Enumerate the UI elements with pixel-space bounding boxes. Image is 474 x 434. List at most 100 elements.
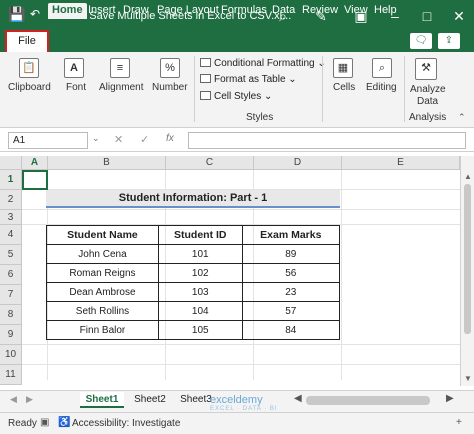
- cell[interactable]: 23: [241, 282, 341, 302]
- column-header-e[interactable]: E: [342, 156, 460, 170]
- scroll-thumb[interactable]: [464, 184, 471, 334]
- enter-icon[interactable]: ✓: [140, 133, 149, 146]
- row-header-10[interactable]: 10: [0, 345, 22, 365]
- zoom-in-icon[interactable]: +: [456, 417, 462, 428]
- row-header-9[interactable]: 9: [0, 325, 22, 345]
- cell[interactable]: 102: [157, 263, 243, 283]
- gridline: [22, 209, 460, 210]
- cell[interactable]: Seth Rollins: [46, 301, 159, 321]
- tab-file[interactable]: File: [5, 30, 49, 54]
- number-button[interactable]: Number: [152, 82, 188, 93]
- status-ready: Ready: [8, 418, 37, 429]
- cell[interactable]: 101: [157, 244, 243, 264]
- font-icon[interactable]: A: [64, 58, 84, 78]
- tab-formulas[interactable]: Formulas: [221, 3, 267, 19]
- row-header-11[interactable]: 11: [0, 365, 22, 385]
- accessibility-status[interactable]: Accessibility: Investigate: [72, 418, 180, 429]
- header-exam-marks[interactable]: Exam Marks: [241, 225, 341, 245]
- accessibility-icon[interactable]: ♿: [58, 417, 70, 428]
- row-header-3[interactable]: 3: [0, 210, 22, 225]
- cell[interactable]: 84: [241, 320, 341, 340]
- scroll-up-icon[interactable]: ▲: [464, 172, 472, 181]
- maximize-icon[interactable]: □: [414, 4, 440, 28]
- font-button[interactable]: Font: [66, 82, 86, 93]
- cell[interactable]: 56: [241, 263, 341, 283]
- conditional-formatting-icon: [200, 58, 211, 67]
- share-icon[interactable]: ⇪: [438, 33, 460, 49]
- sheet-title[interactable]: Student Information: Part - 1: [46, 190, 340, 208]
- clipboard-button[interactable]: Clipboard: [8, 82, 51, 93]
- tab-data[interactable]: Data: [272, 3, 295, 19]
- format-as-table-button[interactable]: Format as Table ⌄: [200, 74, 297, 85]
- cell[interactable]: 57: [241, 301, 341, 321]
- ribbon-tabs: [0, 32, 474, 52]
- cell-styles-button[interactable]: Cell Styles ⌄: [200, 91, 272, 102]
- column-header-d[interactable]: D: [254, 156, 342, 170]
- tab-help[interactable]: Help: [374, 3, 397, 19]
- cells-icon[interactable]: ▦: [333, 58, 353, 78]
- status-bar: Ready ▣ ♿ Accessibility: Investigate +: [0, 412, 474, 434]
- header-student-id[interactable]: Student ID: [157, 225, 243, 245]
- analyze-data-button[interactable]: Analyze: [410, 84, 446, 95]
- macro-icon[interactable]: ▣: [40, 417, 49, 428]
- scroll-down-icon[interactable]: ▼: [464, 374, 472, 383]
- cell[interactable]: 89: [241, 244, 341, 264]
- cells-button[interactable]: Cells: [333, 82, 355, 93]
- save-icon[interactable]: 💾: [8, 6, 25, 23]
- horizontal-scroll-right-icon[interactable]: ▶: [446, 393, 454, 404]
- excel-window: 💾 ↶ How to Save Multiple Sheets in Excel…: [0, 0, 474, 434]
- cell[interactable]: Dean Ambrose: [46, 282, 159, 302]
- alignment-button[interactable]: Alignment: [99, 82, 143, 93]
- clipboard-icon[interactable]: 📋: [19, 58, 39, 78]
- alignment-icon[interactable]: ≡: [110, 58, 130, 78]
- cell[interactable]: John Cena: [46, 244, 159, 264]
- conditional-formatting-button[interactable]: Conditional Formatting ⌄: [200, 58, 326, 69]
- next-sheet-icon[interactable]: ▶: [26, 394, 33, 405]
- horizontal-scroll-thumb[interactable]: [306, 396, 430, 405]
- name-box-chevron-icon[interactable]: ⌄: [92, 133, 100, 144]
- comments-icon[interactable]: 🗨: [410, 33, 432, 49]
- gridline: [22, 364, 460, 365]
- close-icon[interactable]: ✕: [446, 4, 472, 28]
- cell[interactable]: Finn Balor: [46, 320, 159, 340]
- select-all-corner[interactable]: [0, 156, 22, 170]
- row-header-1[interactable]: 1: [0, 170, 22, 190]
- tab-view[interactable]: View: [344, 3, 368, 19]
- row-header-6[interactable]: 6: [0, 265, 22, 285]
- tab-home[interactable]: Home: [48, 3, 87, 19]
- sheet-tab-sheet1[interactable]: Sheet1: [80, 392, 124, 408]
- prev-sheet-icon[interactable]: ◀: [10, 394, 17, 405]
- cancel-icon[interactable]: ✕: [114, 133, 123, 146]
- tab-draw[interactable]: Draw: [123, 3, 149, 19]
- tab-page-layout[interactable]: Page Layout: [157, 3, 219, 19]
- cell[interactable]: 104: [157, 301, 243, 321]
- cell[interactable]: 103: [157, 282, 243, 302]
- cell[interactable]: Roman Reigns: [46, 263, 159, 283]
- editing-icon[interactable]: ⌕: [372, 58, 392, 78]
- vertical-scrollbar[interactable]: ▲ ▼: [460, 156, 474, 386]
- row-header-2[interactable]: 2: [0, 190, 22, 210]
- row-header-7[interactable]: 7: [0, 285, 22, 305]
- column-header-c[interactable]: C: [166, 156, 254, 170]
- cell[interactable]: 105: [157, 320, 243, 340]
- sheet-tab-sheet2[interactable]: Sheet2: [130, 392, 170, 408]
- selected-cell-a1[interactable]: [22, 170, 48, 190]
- tab-insert[interactable]: Insert: [88, 3, 116, 19]
- row-header-5[interactable]: 5: [0, 245, 22, 265]
- row-header-4[interactable]: 4: [0, 225, 22, 245]
- analyze-data-icon[interactable]: ⚒: [415, 58, 437, 80]
- undo-icon[interactable]: ↶: [30, 7, 40, 21]
- collapse-ribbon-icon[interactable]: ⌃: [458, 112, 466, 123]
- header-student-name[interactable]: Student Name: [46, 225, 159, 245]
- horizontal-scroll-left-icon[interactable]: ◀: [294, 393, 302, 404]
- tab-review[interactable]: Review: [302, 3, 338, 19]
- formula-input[interactable]: [188, 132, 466, 149]
- number-icon[interactable]: %: [160, 58, 180, 78]
- editing-button[interactable]: Editing: [366, 82, 397, 93]
- column-header-a[interactable]: A: [22, 156, 48, 170]
- name-box[interactable]: A1: [8, 132, 88, 149]
- insert-function-button[interactable]: fx: [166, 133, 174, 144]
- row-header-8[interactable]: 8: [0, 305, 22, 325]
- ribbon-separator: [194, 56, 195, 122]
- column-header-b[interactable]: B: [48, 156, 166, 170]
